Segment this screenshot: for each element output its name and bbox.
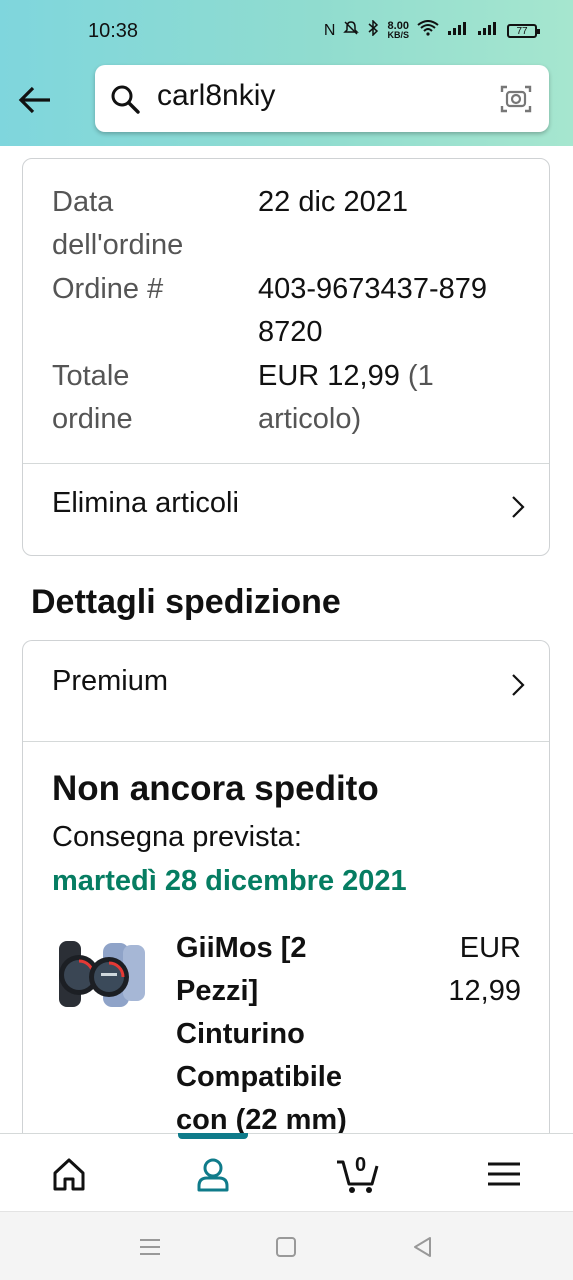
net-speed-unit: KB/S — [387, 29, 409, 40]
product-image[interactable] — [53, 937, 149, 1011]
status-bar: 10:38 N 8.00 KB/S 77 — [0, 0, 573, 64]
product-price: EUR 12,99 — [448, 932, 521, 1007]
back-arrow-icon — [18, 86, 50, 114]
chevron-right-icon — [512, 496, 525, 518]
shipment-status-title: Non ancora spedito — [52, 769, 379, 808]
chevron-right-icon — [512, 674, 525, 696]
active-tab-indicator — [178, 1133, 248, 1139]
delete-items-row[interactable]: Elimina articoli — [23, 463, 549, 555]
wifi-icon — [417, 20, 439, 41]
battery-level: 77 — [516, 25, 528, 37]
order-total-value: EUR 12,99 — [258, 360, 400, 392]
bottom-nav: 0 — [0, 1133, 573, 1211]
cart-count: 0 — [355, 1154, 367, 1176]
search-bar[interactable]: carl8nkiy — [95, 65, 549, 132]
premium-row[interactable]: Premium — [23, 641, 549, 733]
account-icon[interactable] — [191, 1152, 235, 1196]
order-summary-card: Data dell'ordine 22 dic 2021 Ordine # 40… — [22, 158, 550, 556]
delivery-label: Consegna prevista: — [52, 821, 302, 853]
shipping-details-title: Dettagli spedizione — [31, 583, 341, 621]
order-date-value: 22 dic 2021 — [258, 186, 408, 218]
premium-label: Premium — [52, 665, 169, 697]
order-number-label: Ordine # — [52, 273, 164, 305]
home-icon[interactable] — [47, 1152, 91, 1196]
signal-icon-2 — [477, 20, 499, 41]
home-button-icon[interactable] — [273, 1234, 299, 1260]
signal-icon — [447, 20, 469, 41]
nfc-icon: N — [323, 21, 336, 39]
shipping-card: Premium Non ancora spedito Consegna prev… — [22, 640, 550, 1200]
app-header: 10:38 N 8.00 KB/S 77 carl8nkiy — [0, 0, 573, 146]
back-triangle-icon[interactable] — [410, 1234, 436, 1260]
bluetooth-icon — [367, 19, 379, 41]
menu-icon[interactable] — [482, 1152, 526, 1196]
delivery-date: martedì 28 dicembre 2021 — [52, 865, 407, 897]
back-button[interactable] — [16, 80, 56, 120]
battery-icon: 77 — [507, 23, 540, 38]
order-date-label: Data dell'ordine — [52, 186, 184, 261]
product-name[interactable]: GiiMos [2 Pezzi] Cinturino Compatibile c… — [176, 927, 386, 1142]
order-total-label: Totale ordine — [52, 360, 133, 435]
system-nav-bar — [0, 1211, 573, 1280]
order-number-value: 403-9673437-8798720 — [258, 273, 487, 348]
search-icon — [111, 85, 140, 114]
mute-icon — [343, 20, 360, 41]
search-input[interactable]: carl8nkiy — [157, 79, 275, 113]
recents-icon[interactable] — [137, 1234, 163, 1260]
status-icons: N 8.00 KB/S 77 — [323, 19, 540, 41]
order-total: EUR 12,99 (1 articolo) — [258, 355, 498, 441]
camera-search-icon[interactable] — [499, 83, 533, 115]
delete-items-label: Elimina articoli — [52, 487, 239, 519]
status-time: 10:38 — [88, 20, 139, 42]
divider — [23, 741, 549, 742]
net-speed: 8.00 KB/S — [387, 20, 409, 40]
